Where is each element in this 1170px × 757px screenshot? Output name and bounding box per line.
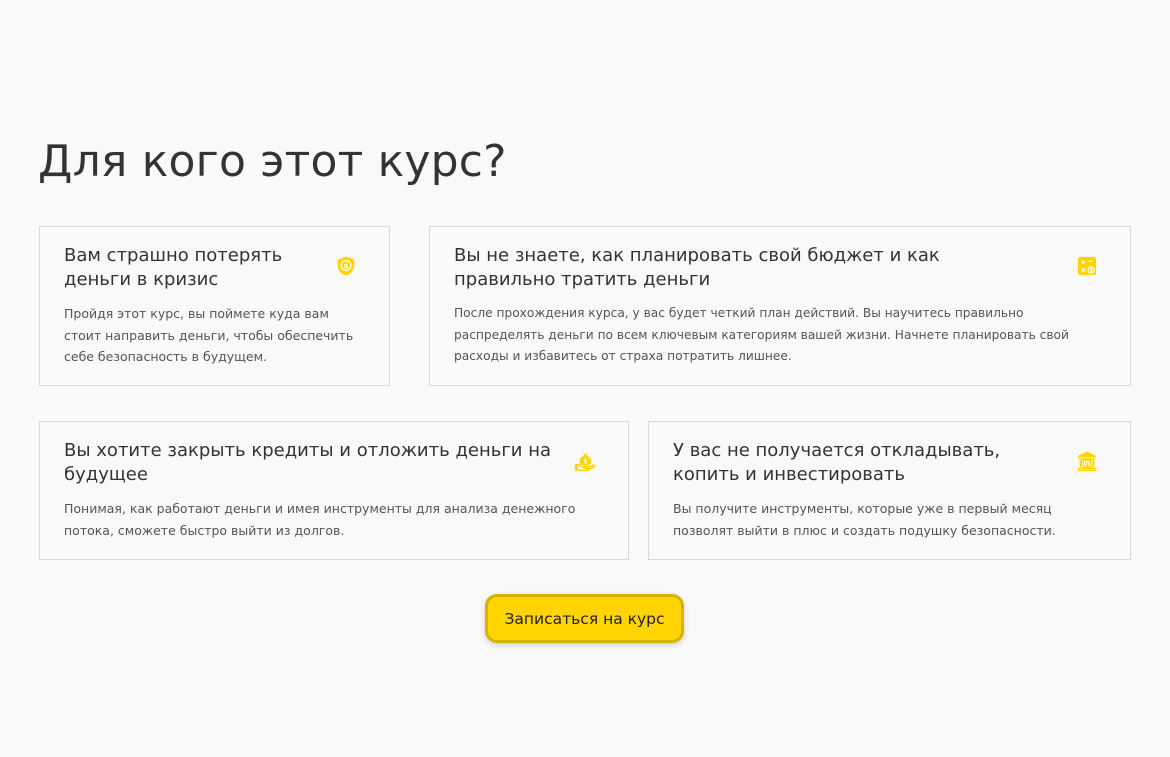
card-description: Пройдя этот курс, вы поймете куда вам ст… [64,306,354,364]
bank-icon: $ [1076,450,1098,472]
shield-dollar-icon: $ [335,255,357,277]
card-description: Вы получите инструменты, которые уже в п… [673,501,1056,538]
svg-text:$: $ [1085,462,1089,468]
card-title: Вы не знаете, как планировать свой бюдже… [454,245,940,290]
card-title: Вы хотите закрыть кредиты и отложить ден… [64,440,552,485]
card-description: Понимая, как работают деньги и имея инст… [64,501,576,538]
enroll-button[interactable]: Записаться на курс [485,594,684,643]
svg-text:$: $ [1089,268,1093,274]
svg-text:$: $ [583,459,587,466]
audience-card-credits: Вы хотите закрыть кредиты и отложить ден… [39,421,629,560]
audience-card-saving: У вас не получается откладывать, копить … [648,421,1131,560]
card-title: У вас не получается откладывать, копить … [673,440,1001,485]
audience-card-crisis: Вам страшно потерять деньги в кризис Про… [39,226,390,386]
hand-money-bag-icon: $ [574,450,596,472]
audience-card-budget: Вы не знаете, как планировать свой бюдже… [429,226,1131,386]
budget-planner-icon: $ [1076,255,1098,277]
svg-text:$: $ [343,261,348,270]
card-title: Вам страшно потерять деньги в кризис [64,245,283,290]
card-description: После прохождения курса, у вас будет чет… [454,306,1069,363]
page-title: Для кого этот курс? [38,136,507,187]
